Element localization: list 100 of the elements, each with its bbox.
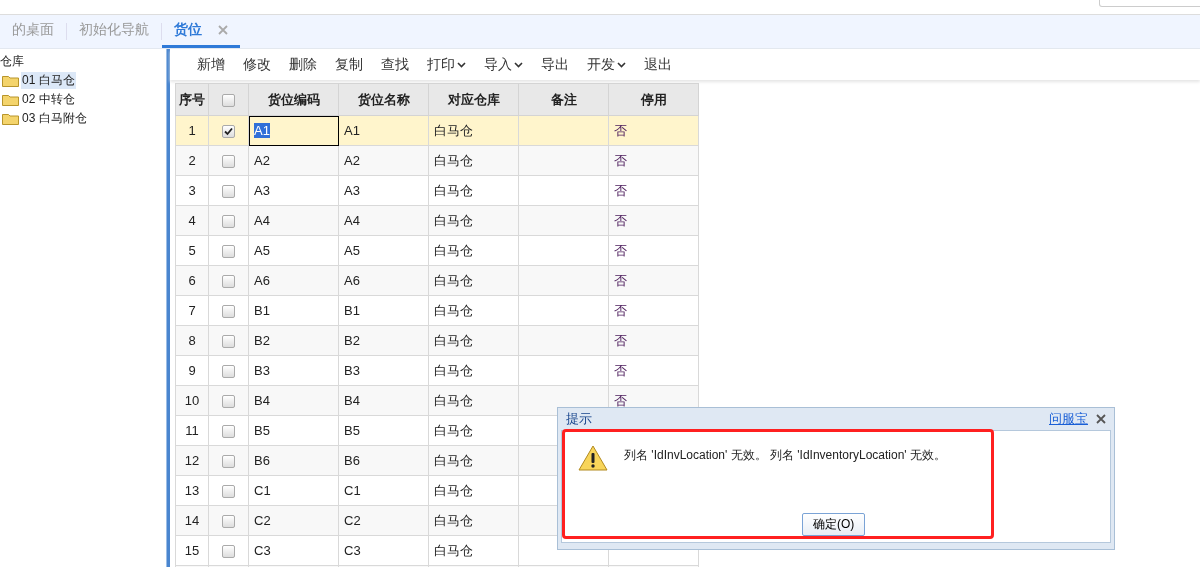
caret-icon <box>617 61 626 68</box>
toolbar-button[interactable]: 导入 <box>477 55 530 74</box>
table-cell: 9 <box>175 355 209 386</box>
table-cell: 白马仓 <box>428 385 519 416</box>
table-cell: 7 <box>175 295 209 326</box>
table-cell: A4 <box>248 205 339 236</box>
column-header: 对应仓库 <box>428 83 519 116</box>
checkbox[interactable] <box>222 365 235 379</box>
table-row[interactable]: 8 B2 B2 白马仓 否 <box>175 325 699 356</box>
table-cell: 白马仓 <box>428 535 519 566</box>
ok-button[interactable]: 确定(O) <box>802 513 866 536</box>
table-row[interactable]: 5 A5 A5 白马仓 否 <box>175 235 699 266</box>
table-cell: 13 <box>175 475 209 506</box>
table-cell: 1 <box>175 115 209 146</box>
tree-item[interactable]: 仓库 <box>0 54 24 68</box>
toolbar-button[interactable]: 新增 <box>190 55 232 74</box>
table-cell: A2 <box>338 145 429 176</box>
tree-item[interactable]: 01 白马仓 <box>21 72 76 89</box>
table-cell: B4 <box>248 385 339 416</box>
table-row[interactable]: 7 B1 B1 白马仓 否 <box>175 295 699 326</box>
table-cell: 15 <box>175 535 209 566</box>
checkbox[interactable] <box>222 215 235 229</box>
checkbox[interactable] <box>222 155 235 169</box>
table-row[interactable]: 6 A6 A6 白马仓 否 <box>175 265 699 296</box>
table-cell: 白马仓 <box>428 145 519 176</box>
tree-item[interactable]: 03 白马附仓 <box>21 110 88 127</box>
help-link[interactable]: 问服宝 <box>1049 410 1088 428</box>
table-cell: 白马仓 <box>428 295 519 326</box>
search-field[interactable] <box>1099 0 1200 7</box>
table-row[interactable]: 4 A4 A4 白马仓 否 <box>175 205 699 236</box>
column-header: 序号 <box>175 83 209 116</box>
table-cell: B2 <box>338 325 429 356</box>
checkbox[interactable] <box>222 305 235 319</box>
table-cell: B3 <box>338 355 429 386</box>
table-cell: C1 <box>248 475 339 506</box>
checkbox[interactable] <box>222 515 235 529</box>
toolbar-button[interactable]: 导出 <box>534 55 576 74</box>
toolbar-button[interactable]: 退出 <box>637 55 679 74</box>
checkbox[interactable] <box>222 455 235 469</box>
checkbox[interactable] <box>222 335 235 349</box>
column-header: 备注 <box>518 83 609 116</box>
tree-item[interactable]: 02 中转仓 <box>21 91 76 108</box>
toolbar-button[interactable]: 打印 <box>420 55 473 74</box>
table-cell: 白马仓 <box>428 115 519 146</box>
table-cell: 白马仓 <box>428 205 519 236</box>
table-cell: C2 <box>338 505 429 536</box>
table-cell: 3 <box>175 175 209 206</box>
table-cell: A5 <box>338 235 429 266</box>
table-cell: 否 <box>608 295 699 326</box>
table-cell: 否 <box>608 265 699 296</box>
toolbar-button[interactable]: 删除 <box>282 55 324 74</box>
table-cell: A1 <box>338 115 429 146</box>
table-cell: 否 <box>608 325 699 356</box>
table-cell: C2 <box>248 505 339 536</box>
caret-icon <box>457 61 466 68</box>
toolbar-button[interactable]: 查找 <box>374 55 416 74</box>
table-cell: 11 <box>175 415 209 446</box>
table-cell: 2 <box>175 145 209 176</box>
table-cell: 否 <box>608 145 699 176</box>
table-cell: A3 <box>248 175 339 206</box>
folder-icon <box>2 74 19 87</box>
table-cell: A5 <box>248 235 339 266</box>
table-cell: A6 <box>248 265 339 296</box>
column-header: 货位编码 <box>248 83 339 116</box>
checkbox[interactable] <box>222 545 235 559</box>
table-row[interactable]: 3 A3 A3 白马仓 否 <box>175 175 699 206</box>
close-icon[interactable] <box>1096 414 1106 424</box>
table-cell: 白马仓 <box>428 265 519 296</box>
table-cell: A3 <box>338 175 429 206</box>
table-row[interactable]: 9 B3 B3 白马仓 否 <box>175 355 699 386</box>
table-cell: 白马仓 <box>428 445 519 476</box>
table-cell: B1 <box>248 295 339 326</box>
column-header: 货位名称 <box>338 83 429 116</box>
table-cell: A2 <box>248 145 339 176</box>
table-row[interactable]: 2 A2 A2 白马仓 否 <box>175 145 699 176</box>
column-header: 停用 <box>608 83 699 116</box>
toolbar-button[interactable]: 修改 <box>236 55 278 74</box>
table-cell: B6 <box>338 445 429 476</box>
table-cell: B6 <box>248 445 339 476</box>
table-cell: 白马仓 <box>428 505 519 536</box>
checkbox[interactable] <box>222 275 235 289</box>
table-cell: A4 <box>338 205 429 236</box>
toolbar-button[interactable]: 开发 <box>580 55 633 74</box>
toolbar-button[interactable]: 复制 <box>328 55 370 74</box>
table-row[interactable]: 1 A1 A1 白马仓 否 <box>175 115 699 146</box>
tab[interactable]: 货位 <box>162 15 240 48</box>
checkbox[interactable] <box>222 485 235 499</box>
warning-icon <box>578 445 608 471</box>
checkbox[interactable] <box>222 185 235 199</box>
checkbox[interactable] <box>222 125 235 139</box>
table-cell: B2 <box>248 325 339 356</box>
caret-icon <box>514 61 523 68</box>
table-cell[interactable]: A1 <box>248 115 339 146</box>
table-cell: 白马仓 <box>428 175 519 206</box>
checkbox[interactable] <box>222 245 235 259</box>
checkbox[interactable] <box>222 94 235 108</box>
table-cell: 6 <box>175 265 209 296</box>
checkbox[interactable] <box>222 425 235 439</box>
table-cell: B3 <box>248 355 339 386</box>
checkbox[interactable] <box>222 395 235 409</box>
